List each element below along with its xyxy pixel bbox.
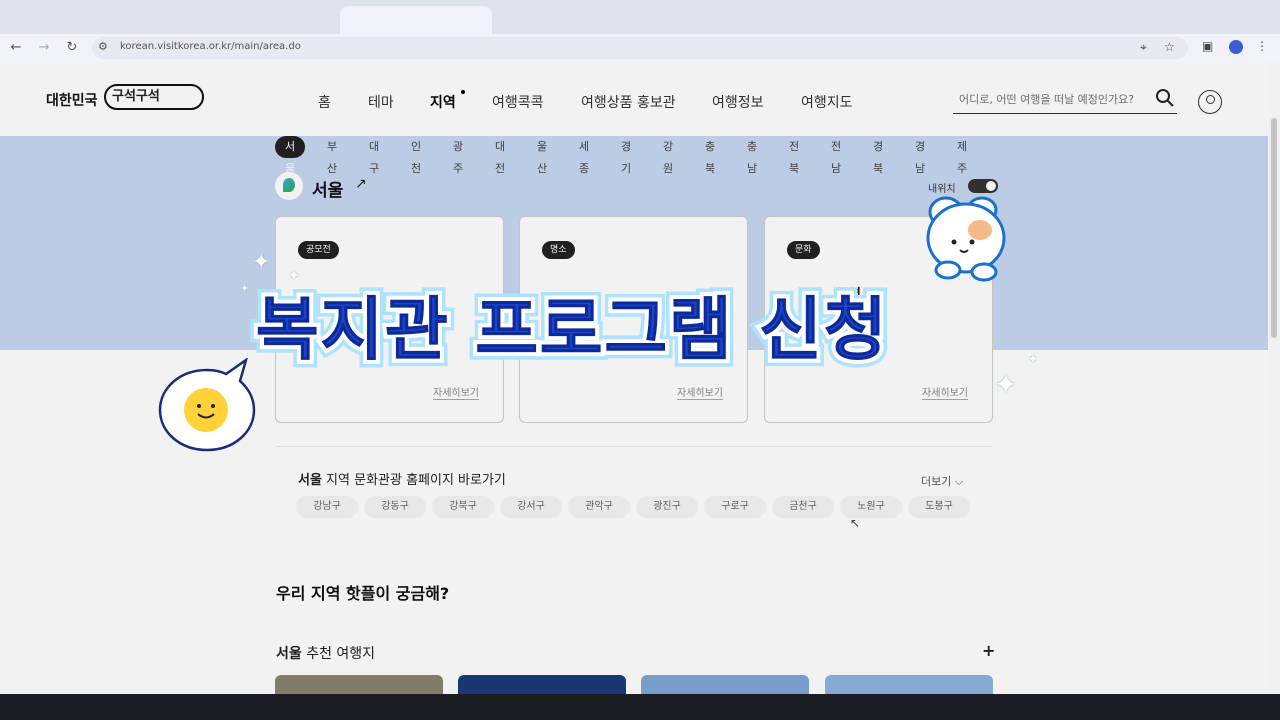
scrollbar[interactable]	[1268, 62, 1280, 694]
region-tab[interactable]: 경기	[621, 136, 631, 175]
district-link[interactable]: 강북구	[432, 496, 494, 518]
smiley-bubble-icon	[158, 358, 256, 452]
back-icon[interactable]: ←	[6, 38, 26, 58]
card-badge: 공모전	[298, 241, 339, 259]
card-more-link[interactable]: 자세히보기	[433, 384, 479, 400]
card-badge: 명소	[542, 241, 575, 259]
seoul-logo-icon	[275, 172, 303, 200]
recommend-region: 서울	[276, 646, 302, 662]
side-panel-icon[interactable]: ▣	[1202, 39, 1213, 53]
url-text: korean.visitkorea.or.kr/main/area.do	[120, 41, 301, 52]
nav-travel-coc[interactable]: 여행콕콕	[492, 92, 544, 112]
district-link[interactable]: 광진구	[636, 496, 698, 518]
nav-travel-map[interactable]: 여행지도	[801, 92, 853, 112]
region-tab[interactable]: 강원	[663, 136, 673, 175]
card-badge: 문화	[787, 241, 820, 259]
active-indicator	[461, 90, 465, 94]
culture-links: 서울 지역 문화관광 홈페이지 바로가기 더보기 ⌵ 강남구 강동구 강북구 강…	[276, 446, 992, 534]
district-link[interactable]: 관악구	[568, 496, 630, 518]
nearby-label: 내위치	[928, 184, 956, 195]
tab-strip	[0, 0, 1280, 34]
profile-avatar[interactable]	[1229, 40, 1243, 54]
forward-icon[interactable]: →	[34, 38, 54, 58]
city-name: 서울	[312, 181, 344, 201]
nav-products[interactable]: 여행상품 홍보관	[581, 92, 676, 112]
more-label: 더보기	[921, 475, 952, 488]
nav-region[interactable]: 지역	[430, 92, 456, 112]
links-title: 서울 지역 문화관광 홈페이지 바로가기	[298, 469, 506, 488]
place-thumbnail[interactable]	[641, 675, 809, 694]
region-tab[interactable]: 제주	[957, 136, 967, 175]
menu-icon[interactable]: ⋮	[1256, 39, 1268, 53]
recommend-text: 추천 여행지	[301, 646, 376, 662]
region-tab[interactable]: 전북	[789, 136, 799, 175]
more-button[interactable]: 더보기 ⌵	[921, 473, 963, 489]
district-link[interactable]: 구로구	[704, 496, 766, 518]
region-tab[interactable]: 경북	[873, 136, 883, 175]
region-tab[interactable]: 충북	[705, 136, 715, 175]
district-link[interactable]: 강동구	[364, 496, 426, 518]
region-tab[interactable]: 울산	[537, 136, 547, 175]
taskbar	[0, 694, 1280, 720]
chevron-down-icon: ⌵	[954, 475, 964, 488]
scrollbar-thumb[interactable]	[1271, 118, 1277, 338]
search-box	[953, 88, 1177, 114]
district-link[interactable]: 노원구	[840, 496, 902, 518]
sparkle-icon: ✦	[240, 282, 250, 295]
nav-home[interactable]: 홈	[318, 92, 331, 112]
site-info-icon[interactable]: ⚙	[98, 40, 108, 53]
mouse-cursor-icon: ↖	[850, 516, 861, 530]
region-tab[interactable]: 전남	[831, 136, 841, 175]
address-bar[interactable]: ⚙ korean.visitkorea.or.kr/main/area.do ⌖…	[92, 37, 1188, 59]
nav-travel-info[interactable]: 여행정보	[712, 92, 764, 112]
links-title-text: 지역 문화관광 홈페이지 바로가기	[321, 473, 506, 488]
region-tab[interactable]: 세종	[579, 136, 589, 175]
card-more-link[interactable]: 자세히보기	[922, 384, 968, 400]
place-thumbnail[interactable]	[825, 675, 993, 694]
nearby-toggle[interactable]	[968, 179, 998, 193]
region-tab[interactable]: 충남	[747, 136, 757, 175]
region-tab[interactable]: 인천	[411, 136, 421, 175]
reload-icon[interactable]: ↻	[62, 38, 82, 58]
sparkle-icon: ✦	[252, 250, 271, 275]
plus-icon[interactable]: +	[982, 641, 995, 660]
bookmark-star-icon[interactable]: ☆	[1164, 40, 1175, 54]
overlay-title: 복지관 프로그램 신청 복지관 프로그램 신청 복지관 프로그램 신청	[248, 274, 1036, 378]
recommend-title: 서울 추천 여행지	[276, 643, 375, 663]
region-tab[interactable]: 대구	[369, 136, 379, 175]
region-tab[interactable]: 대전	[495, 136, 505, 175]
location-icon[interactable]: ⌖	[1140, 40, 1147, 55]
user-icon[interactable]	[1198, 90, 1222, 114]
district-link[interactable]: 도봉구	[908, 496, 970, 518]
card-more-link[interactable]: 자세히보기	[677, 384, 723, 400]
links-title-region: 서울	[298, 473, 322, 488]
search-input[interactable]	[953, 90, 1143, 109]
site-header: 대한민국 구석구석 홈 테마 지역 여행콕콕 여행상품 홍보관 여행정보 여행지…	[0, 62, 1280, 136]
district-link[interactable]: 금천구	[772, 496, 834, 518]
mascot-icon	[926, 196, 1006, 282]
logo-mark[interactable]: 구석구석	[104, 84, 204, 110]
district-link[interactable]: 강남구	[296, 496, 358, 518]
nav-theme[interactable]: 테마	[368, 92, 394, 112]
logo-text[interactable]: 대한민국	[46, 90, 98, 110]
search-icon[interactable]	[1155, 88, 1175, 108]
browser-toolbar: ← → ↻ ⚙ korean.visitkorea.or.kr/main/are…	[0, 34, 1280, 62]
browser-tab[interactable]	[340, 6, 492, 34]
district-link[interactable]: 강서구	[500, 496, 562, 518]
region-tab-seoul[interactable]: 서울	[275, 136, 306, 175]
overlay-title-text: 복지관 프로그램 신청	[255, 291, 889, 371]
place-thumbnail[interactable]	[458, 675, 626, 694]
place-thumbnail[interactable]	[275, 675, 443, 694]
region-tab[interactable]: 부산	[327, 136, 337, 175]
region-tab[interactable]: 광주	[453, 136, 463, 175]
external-link-icon: ↗	[355, 176, 367, 192]
region-tab[interactable]: 경남	[915, 136, 925, 175]
section-title: 우리 지역 핫플이 궁금해?	[276, 584, 450, 603]
